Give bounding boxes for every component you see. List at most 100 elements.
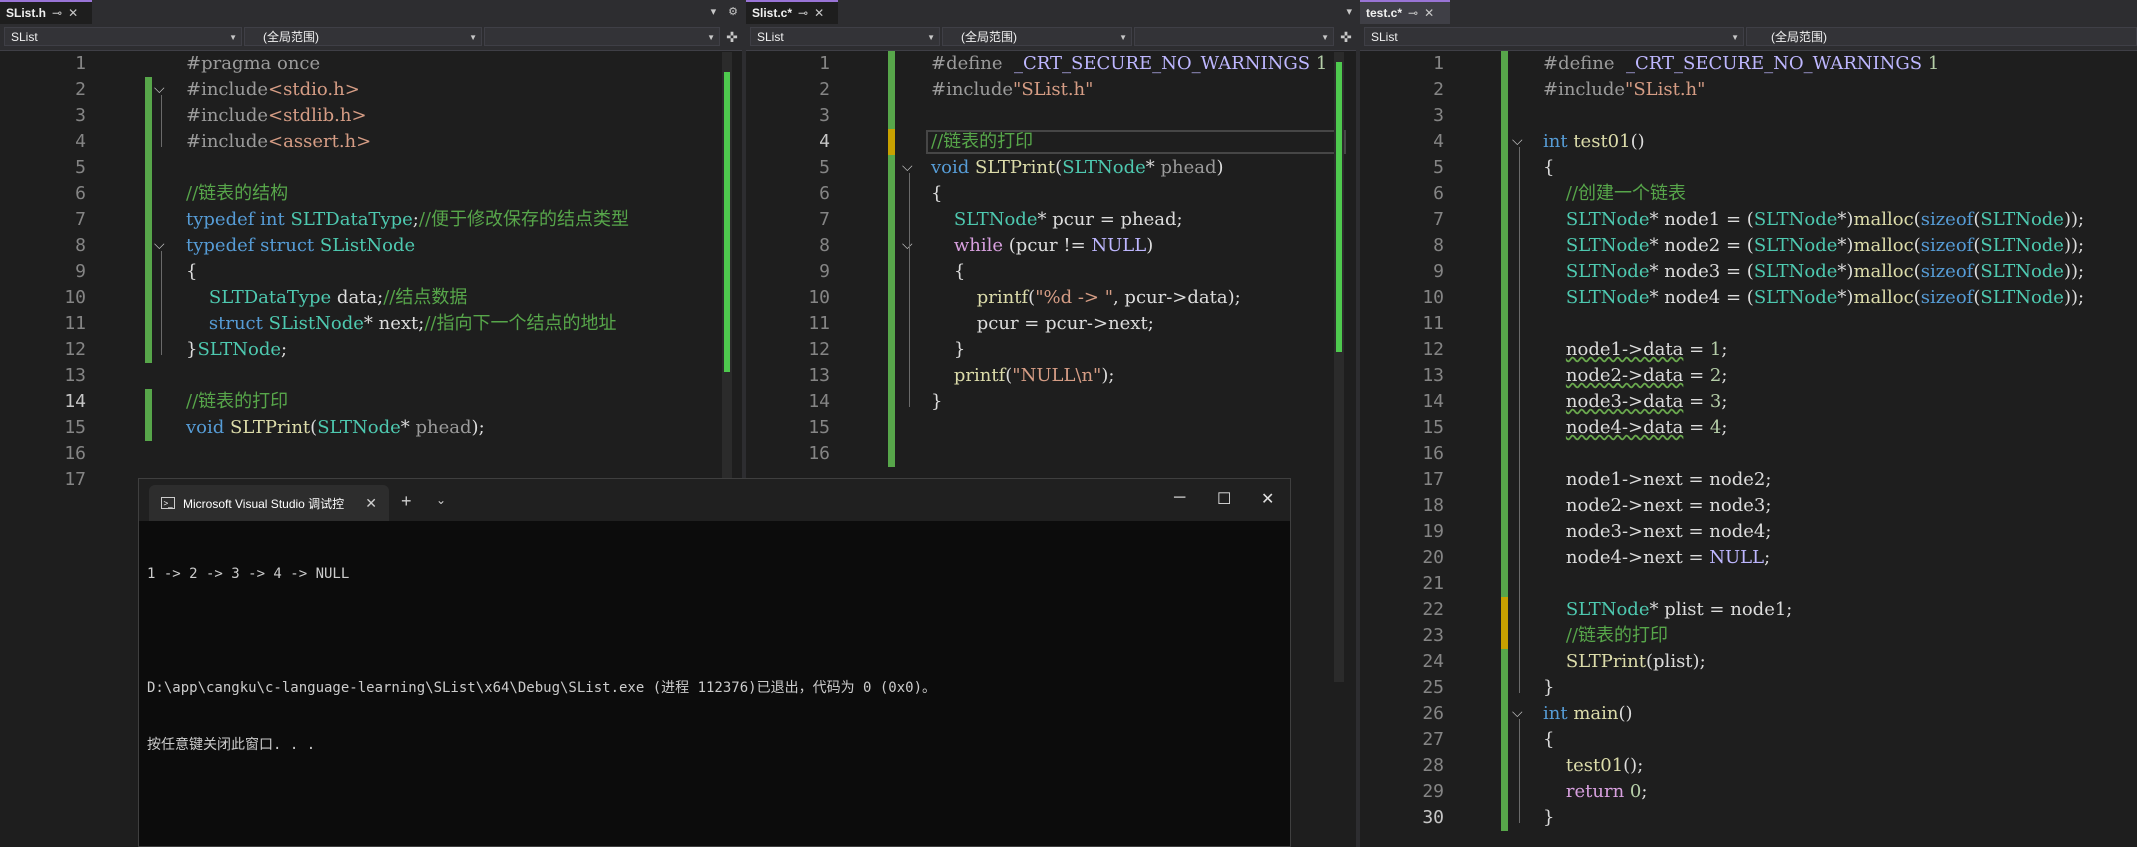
code-line[interactable]: 6 //创建一个链表: [1360, 181, 2137, 207]
vertical-scrollbar[interactable]: [722, 52, 732, 482]
code-line[interactable]: 27 {: [1360, 727, 2137, 753]
chevron-down-icon[interactable]: ⌄: [436, 493, 446, 507]
tab-slist-c[interactable]: Slist.c* ⊸ ✕: [746, 0, 838, 24]
code-text[interactable]: #include"SList.h": [931, 77, 1093, 103]
code-line[interactable]: 2 #include"SList.h": [1360, 77, 2137, 103]
code-line[interactable]: 13: [0, 363, 742, 389]
close-icon[interactable]: ✕: [1424, 3, 1434, 23]
code-line[interactable]: 25}: [1360, 675, 2137, 701]
code-line[interactable]: 13 node2->data = 2;: [1360, 363, 2137, 389]
tab-slist-h[interactable]: SList.h ⊸ ✕: [0, 0, 92, 24]
code-text[interactable]: }: [931, 337, 965, 363]
code-text[interactable]: node2->next = node3;: [1543, 493, 1772, 519]
code-text[interactable]: #define _CRT_SECURE_NO_WARNINGS 1: [1543, 51, 1939, 77]
console-tab[interactable]: >_ Microsoft Visual Studio 调试控 ✕: [149, 485, 389, 521]
code-line[interactable]: 11 struct SListNode* next;//指向下一个结点的地址: [0, 311, 742, 337]
code-line[interactable]: 7 typedef int SLTDataType;//便于修改保存的结点类型: [0, 207, 742, 233]
code-line[interactable]: 10 SLTDataType data;//结点数据: [0, 285, 742, 311]
code-text[interactable]: SLTNode* node3 = (SLTNode*)malloc(sizeof…: [1543, 259, 2084, 285]
code-line[interactable]: 9{: [0, 259, 742, 285]
gear-icon[interactable]: ⚙: [728, 0, 738, 24]
code-line[interactable]: 16: [1360, 441, 2137, 467]
code-text[interactable]: {: [1543, 155, 1554, 181]
code-text[interactable]: typedef int SLTDataType;//便于修改保存的结点类型: [186, 207, 629, 233]
code-text[interactable]: int main(): [1543, 701, 1633, 727]
code-text[interactable]: SLTNode* node4 = (SLTNode*)malloc(sizeof…: [1543, 285, 2084, 311]
code-line[interactable]: 15 node4->data = 4;: [1360, 415, 2137, 441]
code-text[interactable]: while (pcur != NULL): [931, 233, 1153, 259]
code-line[interactable]: 16: [746, 441, 1356, 467]
pin-icon[interactable]: ⊸: [52, 3, 62, 23]
member-combo[interactable]: ▼: [484, 27, 720, 46]
code-line[interactable]: 24 SLTPrint(plist);: [1360, 649, 2137, 675]
code-text[interactable]: void SLTPrint(SLTNode* phead);: [186, 415, 485, 441]
project-combo[interactable]: SList ▼: [4, 27, 242, 46]
code-line[interactable]: 8 typedef struct SListNode: [0, 233, 742, 259]
code-text[interactable]: #include<assert.h>: [186, 129, 371, 155]
code-line[interactable]: 9 SLTNode* node3 = (SLTNode*)malloc(size…: [1360, 259, 2137, 285]
code-line[interactable]: 18 node2->next = node3;: [1360, 493, 2137, 519]
code-text[interactable]: test01();: [1543, 753, 1643, 779]
close-icon[interactable]: ✕: [814, 3, 824, 23]
code-line[interactable]: 3 #include<stdlib.h>: [0, 103, 742, 129]
code-line[interactable]: 14}: [746, 389, 1356, 415]
code-text[interactable]: SLTNode* plist = node1;: [1543, 597, 1792, 623]
code-line[interactable]: 7 SLTNode* pcur = phead;: [746, 207, 1356, 233]
project-combo[interactable]: SList ▼: [750, 27, 940, 46]
code-text[interactable]: node1->data = 1;: [1543, 337, 1728, 363]
code-text[interactable]: int test01(): [1543, 129, 1645, 155]
code-line[interactable]: 5 void SLTPrint(SLTNode* phead): [746, 155, 1356, 181]
collapse-icon[interactable]: ⌵: [902, 158, 913, 175]
code-line[interactable]: 2 #include"SList.h": [746, 77, 1356, 103]
code-text[interactable]: #include<stdlib.h>: [186, 103, 367, 129]
code-text[interactable]: SLTNode* node2 = (SLTNode*)malloc(sizeof…: [1543, 233, 2084, 259]
code-line[interactable]: 10 printf("%d -> ", pcur->data);: [746, 285, 1356, 311]
code-text[interactable]: #include"SList.h": [1543, 77, 1705, 103]
code-line[interactable]: 7 SLTNode* node1 = (SLTNode*)malloc(size…: [1360, 207, 2137, 233]
collapse-icon[interactable]: ⌵: [1512, 704, 1523, 721]
code-line[interactable]: 16: [0, 441, 742, 467]
code-line[interactable]: 9 {: [746, 259, 1356, 285]
code-text[interactable]: node2->data = 2;: [1543, 363, 1728, 389]
vertical-scrollbar[interactable]: [1334, 52, 1344, 682]
scope-combo[interactable]: (全局范围) ▼: [942, 27, 1132, 46]
project-combo[interactable]: SList ▼: [1364, 27, 1744, 46]
code-line[interactable]: 6 //链表的结构: [0, 181, 742, 207]
code-text[interactable]: printf("%d -> ", pcur->data);: [931, 285, 1241, 311]
close-tab-icon[interactable]: ✕: [365, 495, 377, 512]
code-text[interactable]: {: [186, 259, 197, 285]
tab-dropdown-icon[interactable]: ▾: [1346, 0, 1352, 24]
tab-test-c[interactable]: test.c* ⊸ ✕: [1360, 0, 1450, 24]
code-text[interactable]: SLTDataType data;//结点数据: [186, 285, 467, 311]
code-line[interactable]: 20 node4->next = NULL;: [1360, 545, 2137, 571]
code-line[interactable]: 12}SLTNode;: [0, 337, 742, 363]
debug-console-window[interactable]: >_ Microsoft Visual Studio 调试控 ✕ + ⌄ ─ ☐…: [138, 478, 1291, 847]
code-line[interactable]: 5{: [1360, 155, 2137, 181]
console-output[interactable]: 1 -> 2 -> 3 -> 4 -> NULL D:\app\cangku\c…: [147, 527, 1282, 793]
code-text[interactable]: SLTNode* pcur = phead;: [931, 207, 1183, 233]
code-text[interactable]: {: [931, 181, 942, 207]
code-line[interactable]: 8 while (pcur != NULL): [746, 233, 1356, 259]
code-text[interactable]: }SLTNode;: [186, 337, 287, 363]
collapse-icon[interactable]: ⌵: [154, 236, 165, 253]
code-line[interactable]: 15 void SLTPrint(SLTNode* phead);: [0, 415, 742, 441]
code-line[interactable]: 2 #include<stdio.h>: [0, 77, 742, 103]
code-text[interactable]: //链表的打印: [1543, 623, 1668, 649]
code-text[interactable]: #define _CRT_SECURE_NO_WARNINGS 1: [931, 51, 1327, 77]
code-text[interactable]: SLTNode* node1 = (SLTNode*)malloc(sizeof…: [1543, 207, 2084, 233]
code-line[interactable]: 30}: [1360, 805, 2137, 831]
code-line[interactable]: 4 int test01(): [1360, 129, 2137, 155]
code-line[interactable]: 13 printf("NULL\n");: [746, 363, 1356, 389]
code-text[interactable]: //链表的打印: [186, 389, 288, 415]
code-line[interactable]: 22 SLTNode* plist = node1;: [1360, 597, 2137, 623]
code-line[interactable]: 19 node3->next = node4;: [1360, 519, 2137, 545]
split-editor-icon[interactable]: ✜: [724, 28, 740, 46]
code-line[interactable]: 12 }: [746, 337, 1356, 363]
code-text[interactable]: typedef struct SListNode: [186, 233, 415, 259]
code-text[interactable]: //链表的结构: [186, 181, 288, 207]
code-text[interactable]: void SLTPrint(SLTNode* phead): [931, 155, 1224, 181]
code-text[interactable]: node1->next = node2;: [1543, 467, 1772, 493]
code-line[interactable]: 3: [746, 103, 1356, 129]
code-text[interactable]: node4->next = NULL;: [1543, 545, 1770, 571]
code-line[interactable]: 14 //链表的打印: [0, 389, 742, 415]
